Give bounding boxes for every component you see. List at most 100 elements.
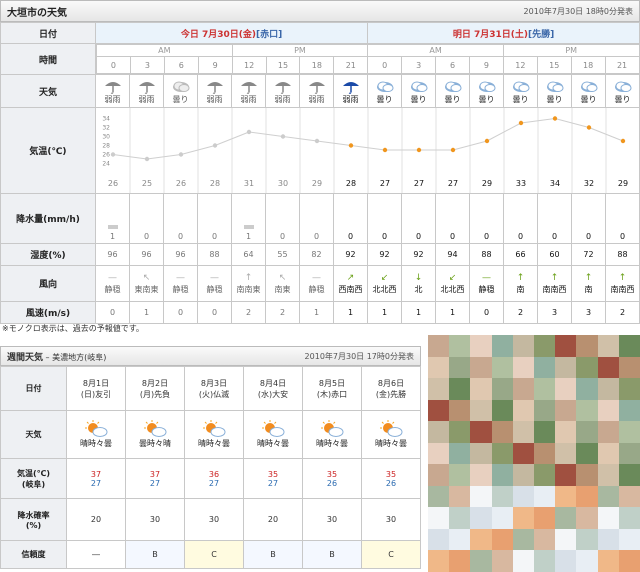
rain-cell: 0	[129, 193, 164, 244]
today-label: 今日 7月30日(金)	[180, 29, 256, 40]
weekly-rain-cell: 30	[184, 498, 244, 541]
weekly-reliability-cell: ―	[66, 540, 126, 569]
wind-arrow-icon: —	[108, 272, 117, 283]
umbrella-icon	[104, 81, 121, 94]
weather-text: 曇り	[376, 94, 393, 104]
rain-value: 0	[381, 232, 388, 241]
weekly-weather-text: 晴時々曇	[198, 439, 230, 448]
mosaic-tile	[512, 356, 534, 379]
hour-cell: 12	[231, 56, 267, 74]
mosaic-tile	[470, 485, 492, 508]
label-wind-speed: 風速(m/s)	[0, 301, 96, 324]
mosaic-tile	[555, 399, 577, 422]
mosaic-tile	[597, 464, 619, 486]
weather-text: 曇り	[580, 94, 597, 104]
wind-arrow-icon: —	[176, 272, 185, 283]
mosaic-tile	[428, 528, 450, 551]
temp-value-label: 30	[278, 179, 288, 188]
mosaic-tile	[491, 378, 513, 400]
wind-arrow-icon: —	[210, 272, 219, 283]
wind-arrow-icon: ↗	[346, 272, 355, 283]
temp-value-label: 32	[584, 179, 594, 188]
mosaic-tile	[512, 507, 534, 529]
mosaic-tile	[576, 356, 598, 379]
wind-arrow-icon: ↖	[142, 272, 151, 283]
weekly-high: 35	[326, 469, 338, 479]
weekly-temp-cell: 35 26	[361, 458, 421, 499]
wind-dir-text: 南	[584, 284, 593, 294]
mosaic-tile	[597, 507, 619, 529]
humidity-cell: 64	[231, 243, 266, 266]
mosaic-tile	[576, 421, 598, 443]
weather-cell: 曇り	[163, 74, 198, 108]
hour-cell: 18	[570, 56, 606, 74]
weekly-dow: (水)大安	[257, 389, 289, 399]
weekly-date: 8月5日	[318, 378, 346, 388]
wind-dir-cell: ↗ 西南西	[332, 265, 369, 302]
weekly-weather-text: 晴時々曇	[257, 439, 289, 448]
mosaic-tile	[576, 550, 598, 572]
mosaic-tile	[428, 550, 450, 572]
label-humidity: 湿度(%)	[0, 243, 96, 266]
temp-point	[280, 134, 286, 139]
weekly-high: 37	[90, 469, 102, 479]
mosaic-tile	[449, 421, 471, 443]
mosaic-tile	[618, 378, 640, 400]
mosaic-tile	[534, 442, 556, 465]
weekly-rain-cell: 30	[302, 498, 362, 541]
humidity-cell: 82	[299, 243, 334, 266]
weekly-dow: (木)赤口	[316, 389, 348, 399]
rain-value: 0	[483, 232, 490, 241]
wind-dir-text: 北	[414, 284, 423, 294]
weather-text: 弱雨	[342, 94, 359, 104]
mosaic-tile	[491, 356, 513, 379]
temp-value-label: 26	[108, 179, 118, 188]
temp-value-label: 26	[176, 179, 186, 188]
humidity-cell: 96	[95, 243, 130, 266]
rain-value: 0	[347, 232, 354, 241]
weekly-label-temp-sub: (岐阜)	[21, 479, 46, 489]
hour-cell: 6	[435, 56, 470, 74]
weekly-weather-cell: 曇時々晴	[125, 410, 185, 459]
temp-value-label: 34	[550, 179, 560, 188]
mosaic-tile	[449, 550, 471, 572]
weekly-rain-cell: 20	[66, 498, 126, 541]
mosaic-tile	[555, 356, 577, 379]
rain-cell: 0	[571, 193, 607, 244]
weekly-weather-text: 晴時々曇	[80, 439, 112, 448]
temp-point	[416, 147, 422, 153]
temp-point	[178, 152, 184, 157]
wind-arrow-icon: ↙	[380, 272, 389, 283]
mosaic-tile	[491, 335, 513, 357]
weekly-weather-cell: 晴時々曇	[184, 410, 244, 459]
wind-dir-cell: ↙ 北北西	[435, 265, 471, 302]
weekly-date: 8月3日	[200, 378, 228, 388]
wind-dir-cell: — 静穏	[469, 265, 505, 302]
mosaic-tile	[597, 399, 619, 422]
mosaic-tile	[470, 442, 492, 465]
mosaic-tile	[555, 485, 577, 508]
hour-cell: 21	[604, 56, 640, 74]
weekly-reliability-cell: C	[184, 540, 244, 569]
hour-cell: 21	[333, 56, 369, 74]
mosaic-tile	[428, 442, 450, 465]
temp-chart-cell: 34 32 30 28 26 24 26 25 26 28 31 30 29 28 27 27 27 29 33 34…	[94, 107, 640, 194]
weather-text: 弱雨	[274, 94, 291, 104]
mosaic-tile	[618, 464, 640, 486]
tomorrow-label: 明日 7月31日(土)	[452, 29, 528, 40]
mosaic-tile	[470, 464, 492, 486]
rain-value: 0	[551, 232, 558, 241]
humidity-cell: 94	[435, 243, 471, 266]
wind-dir-cell: — 静穏	[95, 265, 130, 302]
mosaic-tile	[576, 485, 598, 508]
monochrome-note: ※モノクロ表示は、過去の予報値です。	[2, 324, 144, 333]
weather-cell: 曇り	[401, 74, 437, 108]
mosaic-tile	[449, 485, 471, 508]
tomorrow-rokuyo: [先勝]	[527, 29, 555, 40]
wind-dir-text: 静穏	[308, 284, 325, 294]
rain-value: 0	[619, 232, 626, 241]
temperature-chart: 34 32 30 28 26 24 26 25 26 28 31 30 29 28 27 27 27 29 33 34…	[102, 108, 628, 193]
rain-value: 0	[517, 232, 524, 241]
umbrella-icon	[206, 81, 223, 94]
wind-speed-cell: 1	[129, 301, 164, 324]
